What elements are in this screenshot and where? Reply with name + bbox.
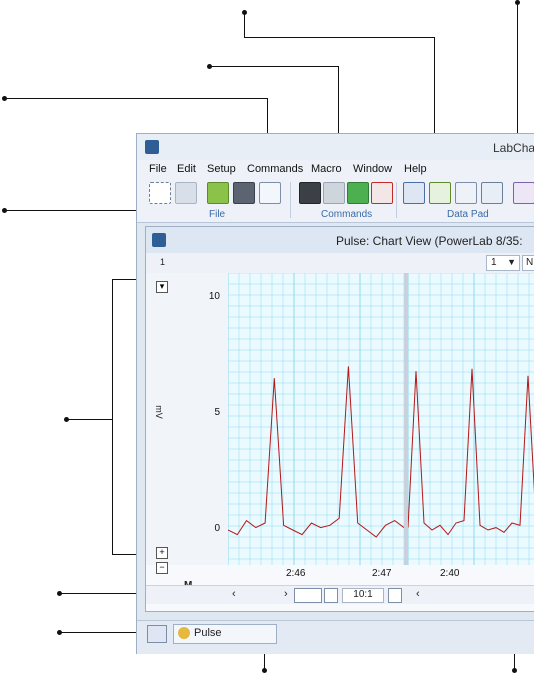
document-tab-label: Pulse [194, 627, 222, 639]
new-document-icon[interactable] [149, 182, 171, 204]
channel-select[interactable]: 1 ▼ [486, 255, 520, 271]
scale-menu-button[interactable]: ▾ [156, 281, 168, 293]
y-tick: 10 [208, 291, 220, 302]
app-window: LabCha File Edit Setup Commands Macro Wi… [136, 133, 534, 654]
scroll-left-icon[interactable]: ‹ [416, 588, 420, 600]
group-separator [290, 182, 291, 218]
data-pad-settings-icon[interactable] [455, 182, 477, 204]
menu-commands[interactable]: Commands [247, 163, 303, 175]
scroll-right-icon[interactable]: › [284, 588, 288, 600]
y-tick: 0 [214, 523, 220, 534]
x-tick: 2:40 [440, 568, 460, 579]
find-binoculars-icon[interactable] [299, 182, 321, 204]
compress-icon[interactable] [324, 588, 338, 603]
document-tab-icon [178, 627, 190, 639]
pulse-trace-2 [408, 368, 534, 536]
menu-edit[interactable]: Edit [177, 163, 196, 175]
menu-setup[interactable]: Setup [207, 163, 236, 175]
menu-help[interactable]: Help [404, 163, 427, 175]
doc-title-bar: Pulse: Chart View (PowerLab 8/35: [146, 227, 534, 253]
open-folder-icon[interactable] [175, 182, 197, 204]
zoom-out-button[interactable]: − [156, 562, 168, 574]
chart-block-1[interactable] [228, 273, 404, 565]
group-separator [396, 182, 397, 218]
group-label-file: File [209, 209, 226, 220]
x-tick: 2:46 [286, 568, 306, 579]
menu-macro[interactable]: Macro [311, 163, 342, 175]
data-pad-options-icon[interactable] [481, 182, 503, 204]
status-bar: Pulse [137, 620, 534, 654]
partial-field[interactable]: N [522, 255, 534, 271]
chevron-down-icon: ▼ [507, 257, 516, 267]
save-icon[interactable] [207, 182, 229, 204]
channel-toolbar: 1 1 ▼ N [146, 253, 534, 274]
amplitude-axis-panel: ▾ 10 5 0 mV + [146, 273, 228, 565]
chart-block-2[interactable] [408, 273, 534, 565]
document-tab[interactable]: Pulse [173, 624, 277, 644]
title-bar: LabCha [137, 134, 534, 160]
chart-view-icon [152, 233, 166, 247]
chart-view-window: Pulse: Chart View (PowerLab 8/35: 1 1 ▼ … [145, 226, 534, 612]
expand-icon[interactable] [388, 588, 402, 603]
compression-ratio[interactable]: 10:1 [342, 588, 384, 603]
horizontal-scroll-row: ‹ › 10:1 ‹ [146, 585, 534, 604]
app-logo-icon [145, 140, 159, 154]
doc-title: Pulse: Chart View (PowerLab 8/35: [336, 234, 523, 248]
x-tick: 2:47 [372, 568, 392, 579]
scroll-left-icon[interactable]: ‹ [232, 588, 236, 600]
zoom-in-button[interactable]: + [156, 547, 168, 559]
export-icon[interactable] [259, 182, 281, 204]
print-icon[interactable] [233, 182, 255, 204]
stop-icon[interactable] [371, 182, 393, 204]
menu-bar: File Edit Setup Commands Macro Window He… [137, 160, 534, 178]
channel-number: 1 [160, 257, 166, 267]
y-tick: 5 [214, 407, 220, 418]
y-unit-label: mV [153, 405, 164, 419]
menu-file[interactable]: File [149, 163, 167, 175]
multi-add-icon[interactable] [513, 182, 534, 204]
set-icon[interactable] [347, 182, 369, 204]
add-to-data-pad-icon[interactable] [429, 182, 451, 204]
data-pad-view-icon[interactable] [403, 182, 425, 204]
ribbon: File Commands Data Pad [137, 178, 534, 223]
app-title: LabCha [493, 141, 534, 155]
group-label-data-pad: Data Pad [447, 209, 489, 220]
menu-window[interactable]: Window [353, 163, 392, 175]
command-icon[interactable] [323, 182, 345, 204]
home-icon[interactable] [147, 625, 167, 643]
zoom-view-icon[interactable] [294, 588, 322, 603]
group-label-commands: Commands [321, 209, 373, 220]
